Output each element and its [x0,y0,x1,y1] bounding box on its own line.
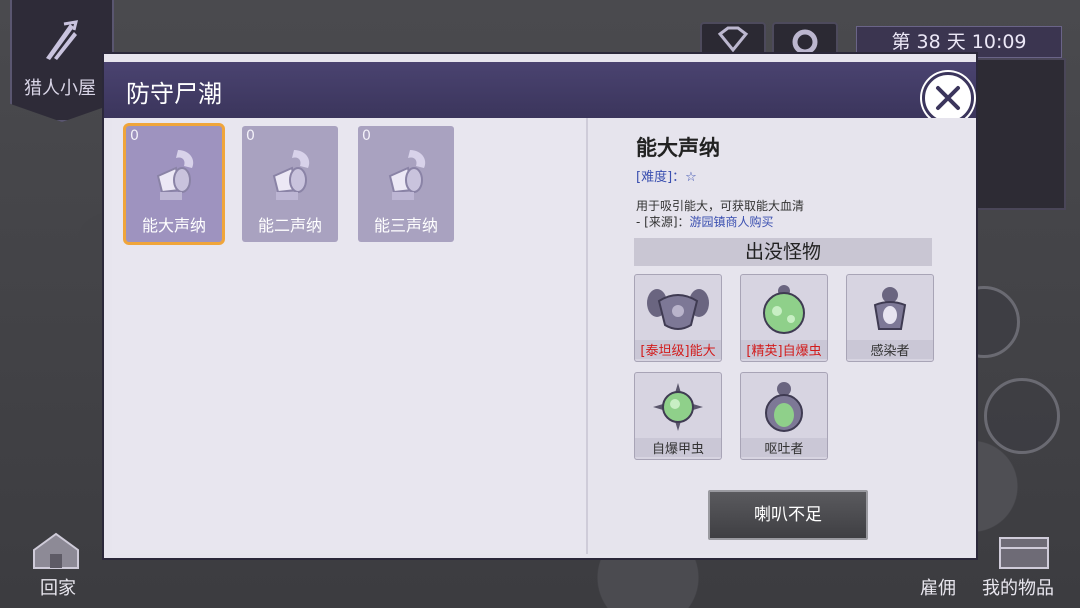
item-title: 能大声纳 [636,136,720,160]
monster-name: 感染者 [847,340,933,359]
slot-name: 能大声纳 [141,216,206,235]
item-source-row: - [来源]：游园镇商人购买 [636,214,804,230]
source-value: 游园镇商人购买 [689,215,774,229]
defend-horde-dialog: 防守尸潮 0 能大声纳 0 能二声纳 0 能三声纳 能大声纳 [难度]：☆ 用于… [104,54,976,558]
slot-count: 0 [362,128,371,144]
chest-icon [996,530,1052,574]
vomiter-monster-icon [765,382,803,432]
close-icon [936,86,960,110]
sonar-device-icon [272,150,310,200]
bomb-beetle-icon [653,383,703,431]
monster-card-elite-bomber[interactable]: [精英]自爆虫 [740,274,828,362]
sonar-device-icon [388,150,426,200]
dialog-title: 防守尸潮 [126,80,222,108]
source-prefix: - [来源]： [636,215,690,229]
difficulty-stars: ☆ [685,170,697,185]
titan-monster-icon [647,289,709,330]
slot-count: 0 [246,128,255,144]
monster-card-infected[interactable]: 感染者 [846,274,934,362]
gear-icon [792,29,818,55]
clock-time: 10:09 [971,31,1027,53]
monster-name: [精英]自爆虫 [741,340,827,359]
monster-card-bomb-beetle[interactable]: 自爆甲虫 [634,372,722,460]
pane-divider [586,118,588,554]
infected-monster-icon [873,287,907,330]
beast-skill-button[interactable] [984,378,1060,454]
hunter-hut-label: 猎人小屋 [24,78,96,99]
monster-card-titan[interactable]: [泰坦级]能大 [634,274,722,362]
hire-label[interactable]: 雇佣 [920,574,956,600]
elite-bomber-icon [763,285,805,334]
sonar-slot-2[interactable]: 0 能二声纳 [242,126,338,242]
sonar-slot-3[interactable]: 0 能三声纳 [358,126,454,242]
hunter-hut-icon [40,18,80,62]
monster-name: [泰坦级]能大 [635,340,721,359]
sonar-slot-list: 0 能大声纳 0 能二声纳 0 能三声纳 [112,118,586,554]
sonar-device-icon [156,150,194,200]
item-description: 用于吸引能大，可获取能大血清 [636,199,805,213]
difficulty-label: [难度] [636,170,673,185]
slot-count: 0 [130,128,139,144]
day-counter: 第 38 天 [891,31,966,53]
home-label[interactable]: 回家 [40,574,76,600]
monster-card-vomiter[interactable]: 呕吐者 [740,372,828,460]
close-button[interactable] [922,72,974,124]
item-description-block: 用于吸引能大，可获取能大血清 - [来源]：游园镇商人购买 [636,198,804,230]
home-icon [30,530,82,574]
insufficient-horn-button[interactable]: 喇叭不足 [708,490,868,540]
difficulty-separator: ： [672,170,686,185]
monster-name: 自爆甲虫 [635,438,721,457]
sonar-slot-1[interactable]: 0 能大声纳 [126,126,222,242]
monster-name: 呕吐者 [741,438,827,457]
diamond-icon [717,26,749,53]
monsters-section-header: 出没怪物 [634,238,932,266]
difficulty-row: [难度]：☆ [636,166,697,185]
slot-name: 能二声纳 [257,216,322,235]
my-items-label[interactable]: 我的物品 [982,574,1054,600]
dialog-header: 防守尸潮 [104,62,976,124]
slot-name: 能三声纳 [373,216,438,235]
item-detail-pane: 能大声纳 [难度]：☆ 用于吸引能大，可获取能大血清 - [来源]：游园镇商人购… [590,118,970,554]
